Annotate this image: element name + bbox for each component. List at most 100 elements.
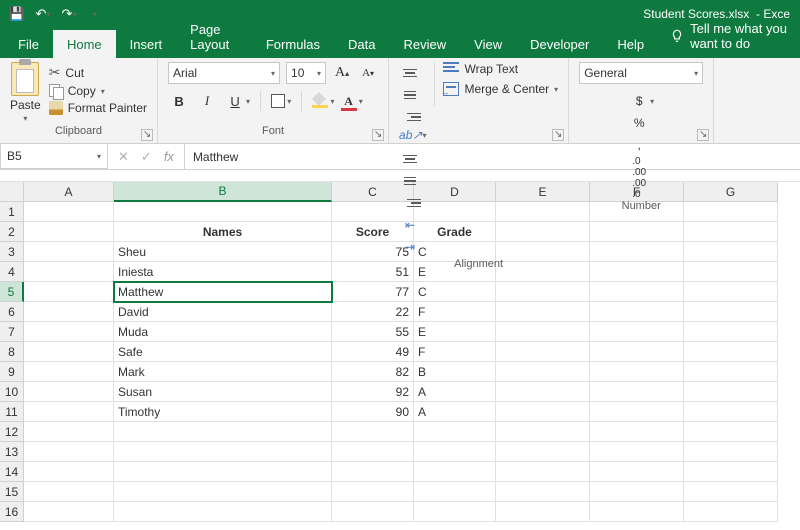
cell[interactable] (114, 442, 332, 462)
increase-decimal-button[interactable]: .0.00 (628, 156, 650, 178)
cell[interactable] (684, 322, 778, 342)
cell[interactable] (114, 462, 332, 482)
italic-button[interactable]: I (196, 90, 218, 112)
cell[interactable] (114, 202, 332, 222)
borders-button[interactable]: ▾ (271, 94, 291, 108)
align-top-button[interactable] (399, 62, 421, 84)
tab-page-layout[interactable]: Page Layout (176, 15, 252, 58)
cell[interactable]: Sheu (114, 242, 332, 262)
tab-data[interactable]: Data (334, 30, 389, 58)
cell[interactable]: Names (114, 222, 332, 242)
cell[interactable]: F (414, 302, 496, 322)
cell[interactable]: Safe (114, 342, 332, 362)
cell[interactable]: 90 (332, 402, 414, 422)
cell[interactable] (24, 242, 114, 262)
cell[interactable] (684, 442, 778, 462)
cell[interactable] (590, 402, 684, 422)
cell[interactable] (684, 502, 778, 522)
cell[interactable] (496, 402, 590, 422)
currency-button[interactable]: $ ▾ (628, 90, 654, 112)
cell[interactable] (590, 382, 684, 402)
font-color-button[interactable]: A ▾ (341, 94, 363, 109)
cell[interactable]: A (414, 402, 496, 422)
underline-button[interactable]: U▾ (224, 90, 250, 112)
cell[interactable]: Mark (114, 362, 332, 382)
row-header[interactable]: 9 (0, 362, 24, 382)
cell[interactable] (24, 262, 114, 282)
format-painter-button[interactable]: Format Painter (49, 101, 147, 115)
tell-me[interactable]: Tell me what you want to do (658, 14, 800, 58)
row-header[interactable]: 14 (0, 462, 24, 482)
row-header[interactable]: 7 (0, 322, 24, 342)
cell[interactable]: Matthew (114, 282, 332, 302)
cell[interactable] (332, 502, 414, 522)
cell[interactable] (24, 402, 114, 422)
cell[interactable] (684, 262, 778, 282)
cell[interactable] (684, 242, 778, 262)
insert-function-icon[interactable]: fx (164, 149, 174, 164)
cell[interactable] (684, 302, 778, 322)
cell[interactable] (496, 442, 590, 462)
cell[interactable] (684, 362, 778, 382)
align-middle-button[interactable] (399, 84, 421, 106)
cell[interactable] (332, 422, 414, 442)
increase-indent-button[interactable]: ⇥ (399, 236, 421, 258)
enter-icon[interactable]: ✓ (141, 149, 152, 165)
cell[interactable] (24, 322, 114, 342)
merge-center-button[interactable]: Merge & Center ▾ (443, 82, 558, 96)
column-header[interactable]: B (114, 182, 332, 202)
row-header[interactable]: 2 (0, 222, 24, 242)
wrap-text-button[interactable]: Wrap Text (443, 62, 558, 76)
cell[interactable] (496, 422, 590, 442)
cut-button[interactable]: ✂ Cut (49, 64, 147, 81)
row-header[interactable]: 10 (0, 382, 24, 402)
cell[interactable] (332, 442, 414, 462)
cell[interactable]: A (414, 382, 496, 402)
cell[interactable] (590, 322, 684, 342)
row-header[interactable]: 16 (0, 502, 24, 522)
copy-button[interactable]: Copy ▾ (49, 84, 147, 98)
dialog-launcher-icon[interactable]: ↘ (697, 129, 709, 141)
tab-formulas[interactable]: Formulas (252, 30, 334, 58)
cell[interactable] (590, 362, 684, 382)
cell[interactable] (114, 502, 332, 522)
cell[interactable] (24, 222, 114, 242)
paste-button[interactable]: Paste ▾ (10, 62, 41, 123)
cell[interactable]: F (414, 342, 496, 362)
percent-button[interactable]: % (628, 112, 650, 134)
cell[interactable] (414, 422, 496, 442)
row-header[interactable]: 11 (0, 402, 24, 422)
dialog-launcher-icon[interactable]: ↘ (552, 129, 564, 141)
cell[interactable] (24, 302, 114, 322)
cell[interactable] (684, 482, 778, 502)
font-size-select[interactable]: 10 ▾ (286, 62, 326, 84)
cell[interactable]: Susan (114, 382, 332, 402)
row-header[interactable]: 13 (0, 442, 24, 462)
cell[interactable]: 49 (332, 342, 414, 362)
cell[interactable] (590, 222, 684, 242)
row-header[interactable]: 4 (0, 262, 24, 282)
cell[interactable] (590, 342, 684, 362)
cell[interactable] (684, 382, 778, 402)
cell[interactable] (684, 282, 778, 302)
cell[interactable] (684, 462, 778, 482)
name-box[interactable]: B5 ▾ (0, 144, 108, 169)
cell[interactable] (684, 402, 778, 422)
cell[interactable] (414, 462, 496, 482)
cell[interactable] (590, 422, 684, 442)
tab-review[interactable]: Review (390, 30, 461, 58)
bold-button[interactable]: B (168, 90, 190, 112)
dialog-launcher-icon[interactable]: ↘ (141, 129, 153, 141)
cell[interactable] (496, 482, 590, 502)
cell[interactable] (332, 482, 414, 502)
cell[interactable] (496, 322, 590, 342)
cell[interactable] (684, 222, 778, 242)
cell[interactable] (114, 422, 332, 442)
cell[interactable]: B (414, 362, 496, 382)
cell[interactable] (24, 342, 114, 362)
cell[interactable]: David (114, 302, 332, 322)
save-icon[interactable]: 💾 (6, 3, 28, 25)
cell[interactable] (590, 482, 684, 502)
comma-style-button[interactable]: , (628, 134, 650, 156)
cell[interactable] (114, 482, 332, 502)
